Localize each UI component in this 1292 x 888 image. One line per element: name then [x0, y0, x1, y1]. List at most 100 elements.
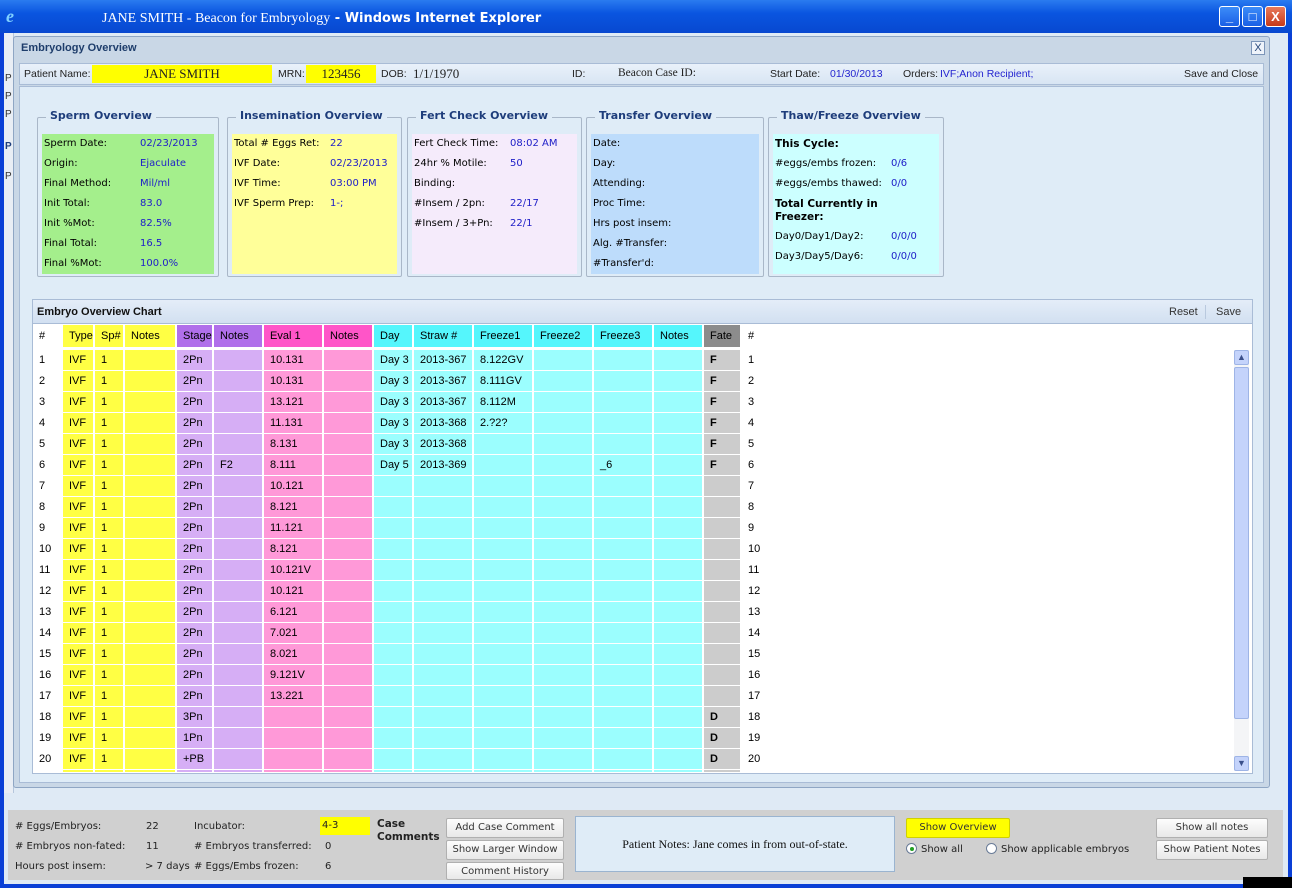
reset-button[interactable]: Reset: [1169, 306, 1198, 318]
cell-stage[interactable]: 2Pn: [177, 413, 214, 434]
table-row[interactable]: 14 IVF 1 2Pn 7.021 14: [33, 623, 1233, 644]
cell-type[interactable]: IVF: [63, 497, 95, 518]
cell-notes2[interactable]: [214, 623, 264, 644]
cell-n[interactable]: 16: [33, 665, 63, 686]
cell-type[interactable]: IVF: [63, 350, 95, 371]
cell-notes1[interactable]: [125, 644, 177, 665]
cell-f1[interactable]: [474, 686, 534, 707]
cell-type[interactable]: IVF: [63, 749, 95, 770]
cell-f2[interactable]: [534, 455, 594, 476]
cell-notes4[interactable]: [654, 539, 704, 560]
cell-sp[interactable]: 1: [95, 539, 125, 560]
cell-notes4[interactable]: [654, 392, 704, 413]
cell-n[interactable]: 9: [33, 518, 63, 539]
column-header-notes2[interactable]: Notes: [214, 325, 264, 348]
cell-fate[interactable]: F: [704, 455, 742, 476]
cell-type[interactable]: IVF: [63, 665, 95, 686]
cell-fate[interactable]: F: [704, 392, 742, 413]
cell-day[interactable]: Day 3: [374, 392, 414, 413]
cell-sp[interactable]: 1: [95, 413, 125, 434]
cell-f2[interactable]: [534, 728, 594, 749]
column-header-f2[interactable]: Freeze2: [534, 325, 594, 348]
cell-straw[interactable]: [414, 539, 474, 560]
cell-fate[interactable]: [704, 476, 742, 497]
cell-f2[interactable]: [534, 707, 594, 728]
cell-notes2[interactable]: [214, 350, 264, 371]
scroll-up-icon[interactable]: ▲: [1234, 350, 1249, 365]
table-row[interactable]: 12 IVF 1 2Pn 10.121 12: [33, 581, 1233, 602]
column-header-fate[interactable]: Fate: [704, 325, 742, 348]
cell-stage[interactable]: 2Pn: [177, 476, 214, 497]
cell-day[interactable]: Day 3: [374, 371, 414, 392]
cell-straw[interactable]: [414, 518, 474, 539]
cell-sp[interactable]: 1: [95, 497, 125, 518]
cell-eval1[interactable]: 9.121V: [264, 665, 324, 686]
cell-type[interactable]: IVF: [63, 707, 95, 728]
cell-n2[interactable]: 7: [742, 476, 772, 497]
cell-f3[interactable]: [594, 518, 654, 539]
cell-sp[interactable]: 1: [95, 350, 125, 371]
cell-eval1[interactable]: 13.221: [264, 686, 324, 707]
cell-notes3[interactable]: [324, 371, 374, 392]
cell-notes1[interactable]: [125, 350, 177, 371]
cell-notes1[interactable]: [125, 707, 177, 728]
cell-notes1[interactable]: [125, 686, 177, 707]
cell-straw[interactable]: 2013-369: [414, 455, 474, 476]
cell-notes1[interactable]: [125, 413, 177, 434]
cell-stage[interactable]: 2Pn: [177, 497, 214, 518]
cell-stage[interactable]: 2Pn: [177, 560, 214, 581]
cell-notes1[interactable]: [125, 539, 177, 560]
column-header-straw[interactable]: Straw #: [414, 325, 474, 348]
cell-stage[interactable]: 2Pn: [177, 392, 214, 413]
cell-notes2[interactable]: [214, 539, 264, 560]
save-and-close-button[interactable]: Save and Close: [1184, 68, 1258, 80]
column-header-f1[interactable]: Freeze1: [474, 325, 534, 348]
cell-notes4[interactable]: [654, 665, 704, 686]
cell-fate[interactable]: [704, 644, 742, 665]
cell-notes1[interactable]: [125, 455, 177, 476]
cell-n2[interactable]: 13: [742, 602, 772, 623]
cell-day[interactable]: [374, 581, 414, 602]
cell-notes1[interactable]: [125, 518, 177, 539]
cell-type[interactable]: IVF: [63, 455, 95, 476]
cell-eval1[interactable]: 7.021: [264, 623, 324, 644]
cell-notes1[interactable]: [125, 581, 177, 602]
cell-f1[interactable]: 8.112M: [474, 392, 534, 413]
cell-n[interactable]: 19: [33, 728, 63, 749]
add-case-comment-button[interactable]: Add Case Comment: [446, 818, 564, 838]
cell-notes2[interactable]: [214, 392, 264, 413]
table-row[interactable]: 10 IVF 1 2Pn 8.121 10: [33, 539, 1233, 560]
cell-n[interactable]: 15: [33, 644, 63, 665]
cell-day[interactable]: [374, 749, 414, 770]
cell-eval1[interactable]: 11.121: [264, 518, 324, 539]
cell-n[interactable]: 11: [33, 560, 63, 581]
cell-fate[interactable]: [704, 581, 742, 602]
cell-f2[interactable]: [534, 539, 594, 560]
table-row[interactable]: 9 IVF 1 2Pn 11.121 9: [33, 518, 1233, 539]
cell-notes2[interactable]: [214, 560, 264, 581]
table-row[interactable]: 15 IVF 1 2Pn 8.021 15: [33, 644, 1233, 665]
cell-n[interactable]: 3: [33, 392, 63, 413]
cell-f1[interactable]: [474, 476, 534, 497]
cell-day[interactable]: Day 3: [374, 434, 414, 455]
cell-straw[interactable]: 2013-367: [414, 392, 474, 413]
cell-f1[interactable]: [474, 602, 534, 623]
cell-f3[interactable]: [594, 644, 654, 665]
table-row[interactable]: 5 IVF 1 2Pn 8.131 Day 3 2013-368 F 5: [33, 434, 1233, 455]
show-all-notes-button[interactable]: Show all notes: [1156, 818, 1268, 838]
cell-notes2[interactable]: [214, 749, 264, 770]
cell-f2[interactable]: [534, 476, 594, 497]
cell-n[interactable]: 7: [33, 476, 63, 497]
cell-day[interactable]: [374, 560, 414, 581]
cell-notes1[interactable]: [125, 665, 177, 686]
cell-notes3[interactable]: [324, 476, 374, 497]
cell-n2[interactable]: 6: [742, 455, 772, 476]
cell-eval1[interactable]: [264, 728, 324, 749]
cell-n[interactable]: 14: [33, 623, 63, 644]
cell-eval1[interactable]: 10.131: [264, 371, 324, 392]
cell-eval1[interactable]: 8.121: [264, 497, 324, 518]
cell-stage[interactable]: 2Pn: [177, 371, 214, 392]
cell-n2[interactable]: 3: [742, 392, 772, 413]
show-applicable-radio[interactable]: Show applicable embryos: [986, 843, 1129, 855]
cell-type[interactable]: IVF: [63, 413, 95, 434]
